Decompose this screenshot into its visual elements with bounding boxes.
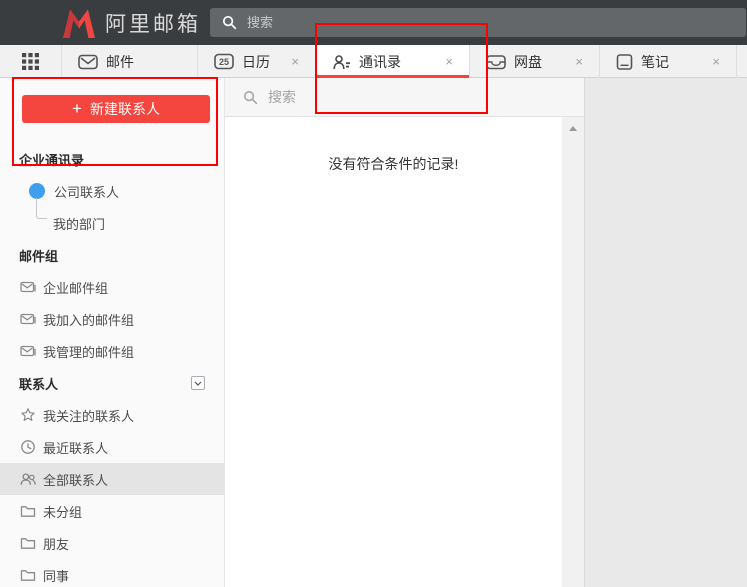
- star-icon: [20, 407, 36, 423]
- calendar-icon: 25: [214, 53, 234, 70]
- tab-label: 通讯录: [359, 52, 401, 72]
- contacts-sidebar: + 新建联系人 企业通讯录 公司联系人 我的部门 邮件组: [0, 78, 225, 587]
- tab-label: 邮件: [106, 52, 134, 72]
- mail-group-icon: [20, 311, 36, 327]
- contact-detail-panel: [585, 78, 747, 587]
- folder-icon: [20, 567, 36, 583]
- sidebar-tree: 企业通讯录 公司联系人 我的部门 邮件组: [0, 143, 224, 587]
- sidebar-item-my-department[interactable]: 我的部门: [0, 207, 224, 239]
- sidebar-section-mail-groups: 邮件组: [0, 239, 224, 271]
- brand: 阿里邮箱: [60, 7, 201, 39]
- sidebar-item-managed-mail-groups[interactable]: 我管理的邮件组: [0, 335, 224, 367]
- item-label: 同事: [43, 566, 69, 585]
- item-label: 我关注的联系人: [43, 406, 134, 425]
- contact-list-body: 没有符合条件的记录!: [225, 117, 584, 587]
- item-label: 我加入的邮件组: [43, 310, 134, 329]
- item-label: 朋友: [43, 534, 69, 553]
- top-bar: 阿里邮箱: [0, 0, 747, 45]
- close-tab-icon[interactable]: ×: [710, 53, 722, 70]
- scroll-up-arrow-icon[interactable]: [569, 126, 577, 131]
- alimail-m-logo-icon: [60, 7, 98, 39]
- item-label: 我管理的邮件组: [43, 342, 134, 361]
- sidebar-section-corp-directory: 企业通讯录: [0, 143, 224, 175]
- sidebar-item-corp-mail-groups[interactable]: 企业邮件组: [0, 271, 224, 303]
- folder-icon: [20, 535, 36, 551]
- contact-list-panel: 没有符合条件的记录!: [225, 78, 585, 587]
- drive-icon: [486, 54, 506, 70]
- close-tab-icon[interactable]: ×: [443, 53, 455, 70]
- new-contact-button[interactable]: + 新建联系人: [22, 95, 210, 123]
- tab-notes[interactable]: 笔记 ×: [600, 45, 737, 78]
- org-dot-icon: [29, 183, 45, 199]
- section-label: 邮件组: [19, 246, 58, 265]
- close-tab-icon[interactable]: ×: [573, 53, 585, 70]
- content-area: + 新建联系人 企业通讯录 公司联系人 我的部门 邮件组: [0, 78, 747, 587]
- tab-bar-spacer: [737, 45, 747, 78]
- tree-connector: [36, 198, 47, 219]
- sidebar-item-colleagues[interactable]: 同事: [0, 559, 224, 587]
- apps-grid-button[interactable]: [0, 45, 62, 78]
- tab-mail[interactable]: 邮件: [62, 45, 198, 78]
- sidebar-item-ungrouped[interactable]: 未分组: [0, 495, 224, 527]
- clock-icon: [20, 439, 36, 455]
- sidebar-item-recent-contacts[interactable]: 最近联系人: [0, 431, 224, 463]
- item-label: 公司联系人: [54, 182, 119, 201]
- contact-search-input[interactable]: [268, 89, 570, 105]
- section-label: 联系人: [19, 374, 58, 393]
- item-label: 我的部门: [53, 214, 105, 233]
- new-contact-button-label: 新建联系人: [90, 99, 160, 119]
- search-icon: [243, 90, 258, 105]
- folder-icon: [20, 503, 36, 519]
- section-label: 企业通讯录: [19, 150, 84, 169]
- apps-grid-icon: [22, 53, 39, 70]
- sidebar-item-all-contacts[interactable]: 全部联系人: [0, 463, 224, 495]
- global-search-input[interactable]: [247, 15, 734, 30]
- people-icon: [20, 471, 36, 487]
- contact-search-bar[interactable]: [225, 78, 584, 117]
- tab-drive[interactable]: 网盘 ×: [470, 45, 600, 78]
- alimail-app-window: 阿里邮箱 邮件: [0, 0, 747, 587]
- plus-icon: +: [72, 100, 82, 117]
- close-tab-icon[interactable]: ×: [289, 53, 301, 70]
- search-icon: [222, 15, 237, 30]
- item-label: 最近联系人: [43, 438, 108, 457]
- notes-icon: [616, 54, 633, 70]
- tab-label: 笔记: [641, 52, 669, 72]
- vertical-scrollbar[interactable]: [562, 117, 584, 587]
- mail-group-icon: [20, 343, 36, 359]
- empty-state-message: 没有符合条件的记录!: [225, 154, 584, 174]
- tab-calendar[interactable]: 25 日历 ×: [198, 45, 316, 78]
- sidebar-item-starred-contacts[interactable]: 我关注的联系人: [0, 399, 224, 431]
- sidebar-item-company-contacts[interactable]: 公司联系人: [0, 175, 224, 207]
- sidebar-section-contacts: 联系人: [0, 367, 224, 399]
- tab-contacts[interactable]: 通讯录 ×: [316, 45, 470, 78]
- svg-text:25: 25: [219, 57, 229, 67]
- collapse-toggle-icon[interactable]: [191, 376, 205, 390]
- item-label: 企业邮件组: [43, 278, 108, 297]
- item-label: 全部联系人: [43, 470, 108, 489]
- tab-label: 日历: [242, 52, 270, 72]
- sidebar-item-friends[interactable]: 朋友: [0, 527, 224, 559]
- tab-label: 网盘: [514, 52, 542, 72]
- brand-title: 阿里邮箱: [105, 8, 201, 38]
- sidebar-item-joined-mail-groups[interactable]: 我加入的邮件组: [0, 303, 224, 335]
- mail-group-icon: [20, 279, 36, 295]
- mail-icon: [78, 54, 98, 70]
- tab-bar: 邮件 25 日历 × 通讯录 × 网盘: [0, 45, 747, 78]
- item-label: 未分组: [43, 502, 82, 521]
- contacts-icon: [332, 54, 351, 70]
- global-search-bar[interactable]: [210, 8, 746, 37]
